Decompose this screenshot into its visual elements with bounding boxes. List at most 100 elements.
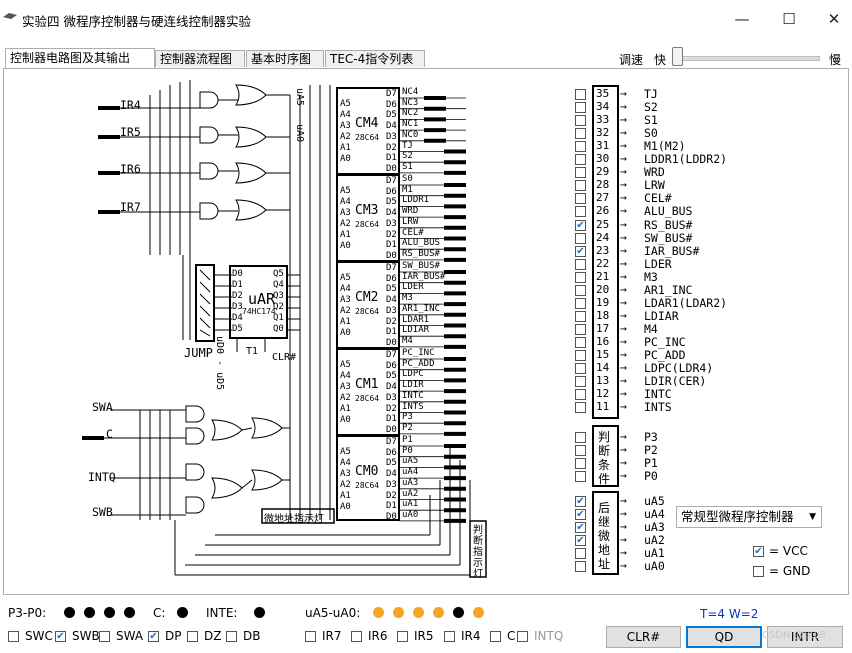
switch-checkbox[interactable] <box>226 631 237 642</box>
signal-number: 24 <box>596 230 610 244</box>
switch-checkbox[interactable] <box>305 631 316 642</box>
rom-signal-label: uA0 <box>402 509 419 520</box>
rom-data-pin: D1 <box>386 327 397 338</box>
qd-button[interactable]: QD <box>686 626 762 648</box>
next-addr-checkbox[interactable] <box>575 548 586 559</box>
switch-checkbox[interactable] <box>490 631 501 642</box>
signal-checkbox[interactable] <box>575 376 586 388</box>
signal-checkbox[interactable] <box>575 141 586 153</box>
next-addr-checkbox[interactable] <box>575 561 586 572</box>
signal-checkbox[interactable] <box>575 350 586 361</box>
signal-checkbox[interactable] <box>575 219 586 231</box>
rom-data-pin: D0 <box>386 337 397 348</box>
rom-signal-label: NC1 <box>402 119 419 130</box>
rom-data-pin: D4 <box>386 208 397 219</box>
switch-checkbox[interactable] <box>8 631 19 642</box>
next-addr-checkbox[interactable] <box>575 535 586 546</box>
signal-label: LDER <box>644 256 672 271</box>
signal-checkbox[interactable] <box>575 180 586 192</box>
signal-label: WRD <box>644 165 665 180</box>
switch-checkbox[interactable] <box>99 631 110 642</box>
rom-data-pin: D0 <box>386 511 397 522</box>
switch-checkbox[interactable] <box>397 631 408 642</box>
signal-checkbox[interactable] <box>575 271 586 283</box>
ir6-label: IR6 <box>120 162 141 176</box>
signal-arrow-icon: → <box>620 268 627 283</box>
clr-label: CLR# <box>272 352 297 363</box>
rom-signal-label: ALU_BUS <box>402 238 440 249</box>
signal-checkbox[interactable] <box>575 258 586 270</box>
rom-signal-label: LRW <box>402 216 419 227</box>
rom-signal-label: NC3 <box>402 97 419 108</box>
rom-addr-pin: A1 <box>340 491 351 501</box>
rom-addr-pin: A4 <box>340 110 351 120</box>
rom-data-pin: D7 <box>386 350 397 360</box>
rom-chip-label: 28C64 <box>355 394 380 403</box>
ua-led <box>453 607 464 618</box>
signal-checkbox[interactable] <box>575 167 586 179</box>
judge-checkbox[interactable] <box>575 445 586 456</box>
signal-checkbox[interactable] <box>575 284 586 296</box>
judge-label: P2 <box>644 443 658 457</box>
rom-addr-pin: A3 <box>340 469 351 479</box>
judge-lamp-char: 灯 <box>473 569 483 580</box>
signal-checkbox[interactable] <box>575 297 586 309</box>
switch-checkbox[interactable] <box>187 631 198 642</box>
signal-checkbox[interactable] <box>575 245 586 257</box>
signal-checkbox[interactable] <box>575 128 586 140</box>
clr-button[interactable]: CLR# <box>606 626 681 648</box>
intq-label: INTQ <box>88 470 116 484</box>
signal-checkbox[interactable] <box>575 310 586 322</box>
rom-addr-pin: A1 <box>340 317 351 327</box>
signal-checkbox[interactable] <box>575 323 586 335</box>
judge-checkbox[interactable] <box>575 432 586 443</box>
jump-label: JUMP <box>184 346 213 360</box>
judge-checkbox[interactable] <box>575 471 586 482</box>
rom-data-pin: D1 <box>386 240 397 251</box>
signal-number: 20 <box>596 282 610 296</box>
signal-checkbox[interactable] <box>575 115 586 127</box>
controller-type-select[interactable]: 常规型微程序控制器 ▼ <box>676 506 822 528</box>
switch-checkbox[interactable] <box>351 631 362 642</box>
vcc-checkbox[interactable] <box>753 546 764 557</box>
signal-checkbox[interactable] <box>575 206 586 218</box>
signal-arrow-icon: → <box>620 386 627 401</box>
signal-label: M3 <box>644 269 658 284</box>
p-led <box>104 607 115 618</box>
rom-addr-pin: A4 <box>340 371 351 381</box>
next-addr-checkbox[interactable] <box>575 522 586 533</box>
switch-label: IR6 <box>368 629 388 643</box>
signal-number: 27 <box>596 191 610 205</box>
switch-checkbox[interactable] <box>517 631 528 642</box>
signal-arrow-icon: → <box>620 558 627 572</box>
rom-data-pin: D3 <box>386 131 397 142</box>
next-addr-checkbox[interactable] <box>575 496 586 507</box>
switch-checkbox[interactable] <box>148 631 159 642</box>
signal-checkbox[interactable] <box>575 402 586 414</box>
next-addr-checkbox[interactable] <box>575 509 586 520</box>
switch-label: C <box>507 629 516 643</box>
rom-signal-label: RS_BUS# <box>402 248 440 259</box>
signal-label: INTS <box>644 400 672 415</box>
signal-checkbox[interactable] <box>575 336 586 348</box>
signal-label: LRW <box>644 178 665 193</box>
signal-arrow-icon: → <box>620 320 627 335</box>
judge-checkbox[interactable] <box>575 458 586 469</box>
signal-checkbox[interactable] <box>575 89 586 100</box>
rom-signal-label: S0 <box>402 174 413 184</box>
uar-d-pin: D4 <box>232 313 243 323</box>
signal-checkbox[interactable] <box>575 232 586 244</box>
signal-number: 30 <box>596 152 610 166</box>
switch-checkbox[interactable] <box>55 631 66 642</box>
switch-checkbox[interactable] <box>444 631 455 642</box>
gnd-checkbox[interactable] <box>753 566 764 577</box>
signal-checkbox[interactable] <box>575 154 586 166</box>
signal-number: 11 <box>596 400 610 414</box>
signal-checkbox[interactable] <box>575 193 586 205</box>
signal-checkbox[interactable] <box>575 389 586 401</box>
signal-checkbox[interactable] <box>575 102 586 114</box>
signal-arrow-icon: → <box>620 294 627 309</box>
ua-bus-label: uA5 - uA0 <box>294 88 305 143</box>
signal-arrow-icon: → <box>620 216 627 231</box>
signal-checkbox[interactable] <box>575 363 586 375</box>
